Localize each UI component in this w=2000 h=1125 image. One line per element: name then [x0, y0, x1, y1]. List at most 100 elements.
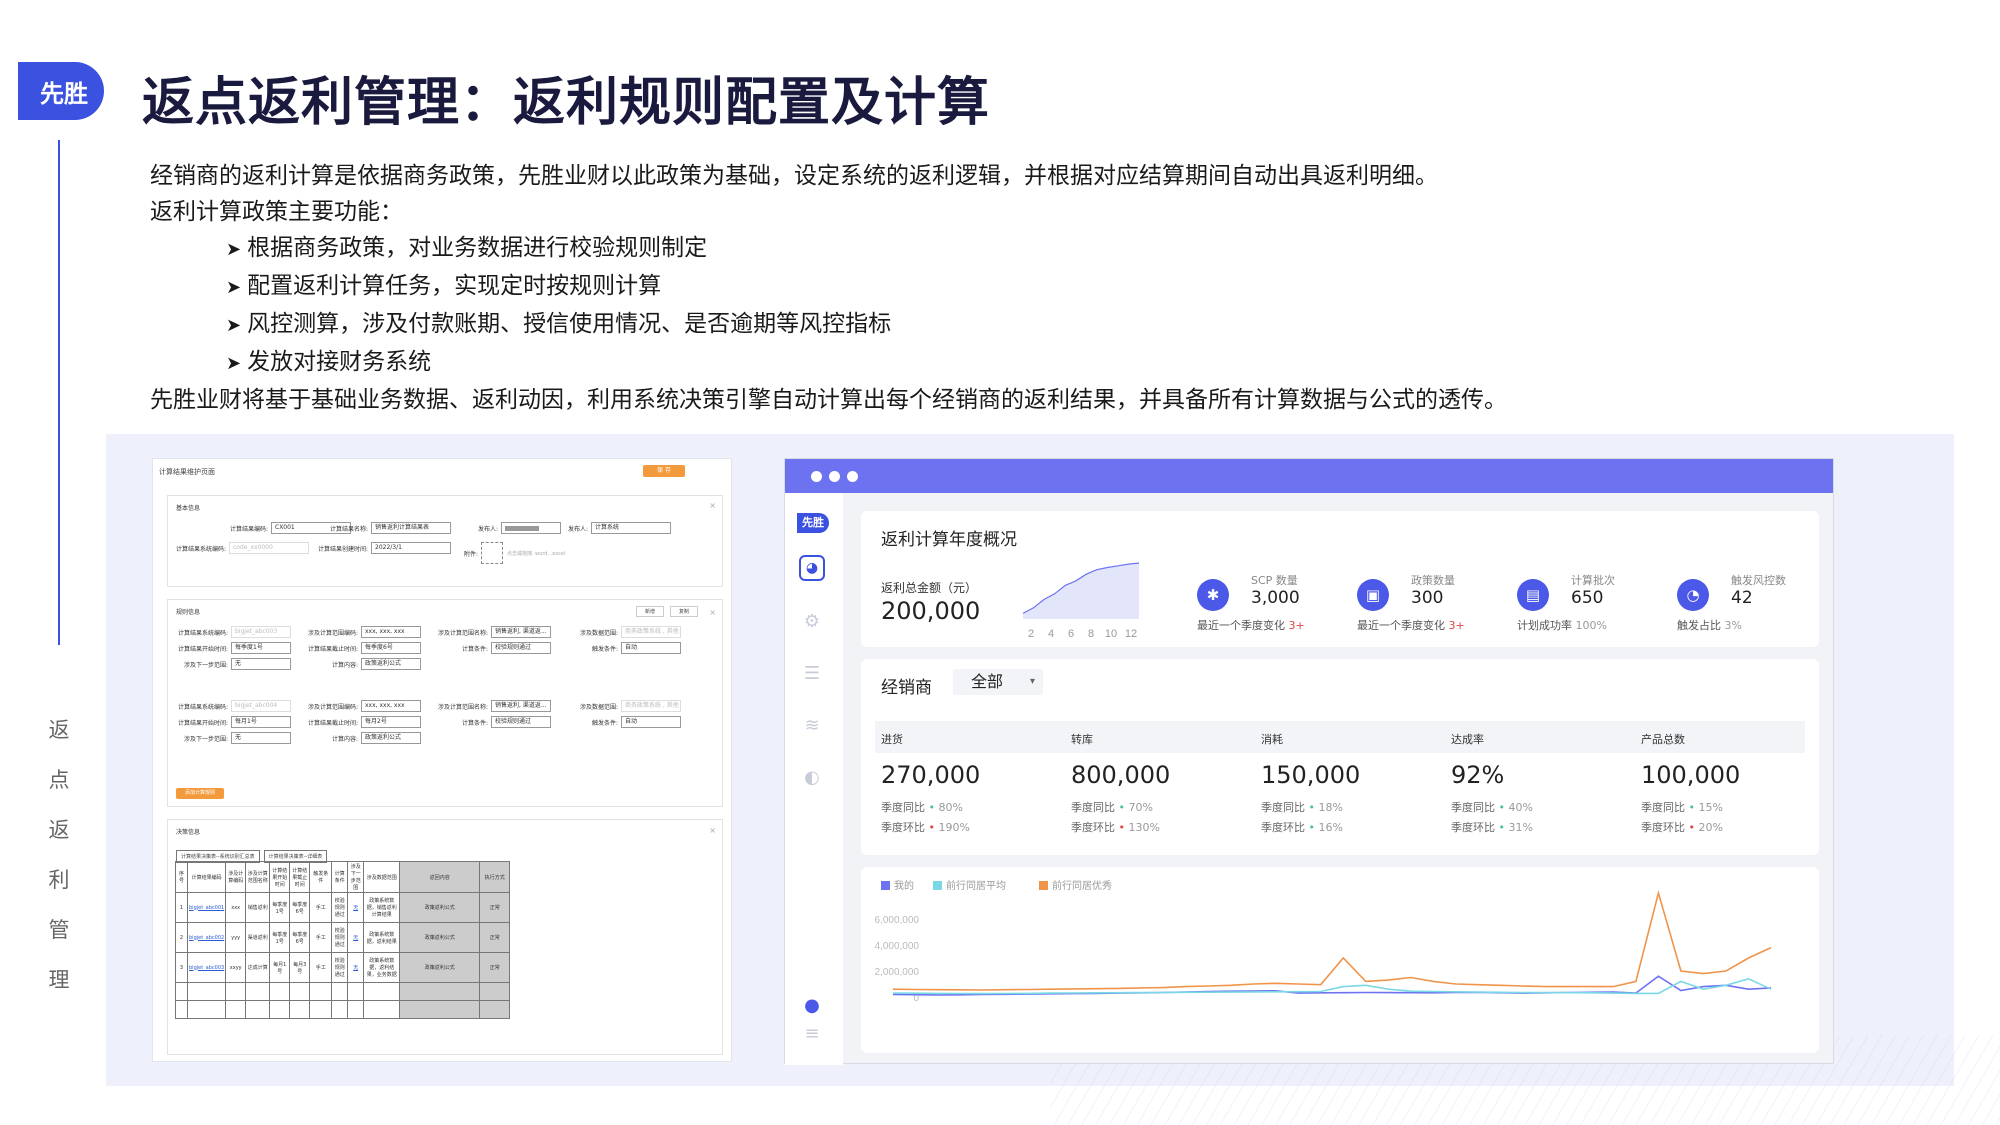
date-field[interactable]: 2022/3/1 [371, 542, 451, 554]
form-field[interactable]: 商务政策系统 , 其他 [621, 700, 681, 712]
form-field[interactable]: 校验规则通过 [491, 716, 551, 728]
table-link[interactable]: 无 [353, 965, 358, 971]
field-label: 计算结果创建时间: [317, 545, 368, 553]
table-cell[interactable]: bigjet_abc003 [186, 952, 227, 983]
gear-icon[interactable]: ⚙ [799, 609, 825, 635]
form-field[interactable]: bigjet_abc003 [231, 626, 291, 638]
dashboard-icon[interactable]: ◕ [799, 555, 825, 581]
table-header: 触发条件 [309, 861, 333, 893]
table-header: 涉及计算编码 [225, 861, 247, 893]
ratio-value: 40% [1508, 801, 1533, 814]
user-icon[interactable]: ● [799, 993, 825, 1019]
close-icon[interactable]: × [709, 826, 716, 835]
form-field[interactable]: xxx, xxx, xxx [361, 626, 421, 638]
form-field[interactable]: 每月1号 [231, 716, 291, 728]
field-label: 计算结果系统编码: [177, 703, 228, 711]
field-label: 计算结果截止时间: [307, 645, 358, 653]
trend-dot-icon: • [1308, 801, 1319, 814]
table-cell[interactable]: bigjet_abc001 [186, 892, 227, 923]
overview-title: 返利计算年度概况 [881, 530, 1017, 550]
metric-name: 达成率 [1451, 733, 1484, 746]
form-field[interactable]: 每季度1号 [231, 642, 291, 654]
side-char: 点 [48, 768, 70, 792]
stat-value: 650 [1571, 588, 1604, 608]
table-header: 计算条件 [331, 861, 349, 893]
series-line [892, 889, 1772, 991]
table-link[interactable]: 无 [353, 905, 358, 911]
form-field[interactable]: 商务政策系统 , 其他 [621, 626, 681, 638]
form-field[interactable]: 自动 [621, 642, 681, 654]
table-cell [186, 1000, 227, 1019]
form-field[interactable]: 自动 [621, 716, 681, 728]
table-cell: 每季度1号 [269, 892, 291, 923]
sidebar-logo: 先胜 [797, 513, 829, 533]
table-cell[interactable]: bigjet_abc002 [186, 922, 227, 953]
form-field[interactable]: 每月2号 [361, 716, 421, 728]
stat-sub: 触发占比 3% [1677, 617, 1742, 633]
table-cell [269, 1000, 291, 1019]
dealer-select[interactable]: 全部 [953, 669, 1043, 695]
save-button[interactable]: 保 存 [643, 465, 685, 477]
ratio-value: 18% [1318, 801, 1343, 814]
scp-icon: ✱ [1197, 579, 1229, 611]
window-dot [811, 471, 822, 482]
trend-dot-icon: • [1118, 801, 1129, 814]
risk-icon: ◔ [1677, 579, 1709, 611]
trend-dot-icon: • [1118, 821, 1129, 834]
table-header: 计算结果编码 [186, 861, 227, 893]
trend-dot-icon: • [1688, 801, 1699, 814]
table-cell: 每季度6号 [289, 892, 311, 923]
table-row: 1 bigjet_abc001 xxx 销售返利 每季度1号 每季度6号 手工 校验规则通过无… [175, 892, 511, 923]
menu-icon[interactable]: ≡ [799, 1021, 825, 1047]
trend-dot-icon: • [1308, 821, 1319, 834]
side-char: 理 [48, 968, 70, 992]
overview-card: 返利计算年度概况 返利总金额（元） 200,000 2 4 6 8 10 12 ✱ SCP … [861, 511, 1819, 647]
stat-sub-label: 触发占比 [1677, 619, 1725, 632]
trend-dot-icon: • [1498, 801, 1509, 814]
table-link[interactable]: bigjet_abc001 [189, 905, 224, 911]
table-cell[interactable]: 无 [347, 952, 365, 983]
form-field[interactable]: 无 [231, 658, 291, 670]
form-field[interactable]: code_xx0000 [229, 542, 309, 554]
headset-icon[interactable]: ◐ [799, 765, 825, 791]
form-field[interactable]: 销售返利计算结果表 [371, 522, 451, 534]
trend-card: 我的 前行同居平均 前行同居优秀 6,000,000 4,000,000 2,000,0… [861, 867, 1819, 1053]
add-rule-button[interactable]: 新增 [635, 606, 664, 617]
table-cell [309, 982, 333, 1001]
form-field[interactable]: xxx, xxx, xxx [361, 700, 421, 712]
form-field[interactable]: 计算系统 [591, 522, 671, 534]
trend-dot-icon: • [928, 821, 939, 834]
table-cell: 校验规则通过 [331, 922, 349, 953]
table-link[interactable]: bigjet_abc003 [189, 965, 224, 971]
upload-box[interactable] [481, 542, 503, 564]
form-field[interactable]: 销售返利, 渠道返... [491, 626, 551, 638]
table-cell[interactable]: 无 [347, 922, 365, 953]
sliders-icon[interactable]: ☰ [799, 661, 825, 687]
stat-delta: 3+ [1288, 619, 1305, 632]
close-icon[interactable]: × [709, 501, 716, 510]
close-icon[interactable]: × [709, 608, 716, 617]
table-cell[interactable]: 无 [347, 892, 365, 923]
table-row: 3 bigjet_abc003 xxyy 达成计算 每月1号 每月3号 手工 校验规则通过无政… [175, 952, 511, 983]
spark-tick-label: 4 [1048, 628, 1054, 640]
form-field[interactable]: 无 [231, 732, 291, 744]
table-link[interactable]: 无 [353, 935, 358, 941]
form-field[interactable]: 政策返利公式 [361, 732, 421, 744]
table-link[interactable]: bigjet_abc002 [189, 935, 224, 941]
database-icon[interactable]: ≋ [799, 713, 825, 739]
add-calc-rule-button[interactable]: 添加计算规则 [176, 788, 224, 799]
table-cell: 手工 [309, 952, 333, 983]
form-field[interactable]: bigjet_abc004 [231, 700, 291, 712]
copy-rule-button[interactable]: 复制 [669, 606, 698, 617]
field-label: 涉及计算范围编码: [307, 703, 358, 711]
section-title: 规则信息 [176, 609, 201, 616]
form-field[interactable]: 政策返利公式 [361, 658, 421, 670]
form-field[interactable]: 校验规则通过 [491, 642, 551, 654]
ratio-label: 季度环比 [1641, 821, 1689, 834]
rule-field: 涉及数据范围: 商务政策系统 , 其他 [558, 626, 681, 638]
field-label: 计算结果系统编码: [177, 629, 228, 637]
intro-text: 经销商的返利计算是依据商务政策，先胜业财以此政策为基础，设定系统的返利逻辑，并根… [150, 158, 1507, 418]
side-char: 返 [48, 818, 70, 842]
form-field[interactable]: 销售返利, 渠道返... [491, 700, 551, 712]
form-field[interactable]: 每季度6号 [361, 642, 421, 654]
